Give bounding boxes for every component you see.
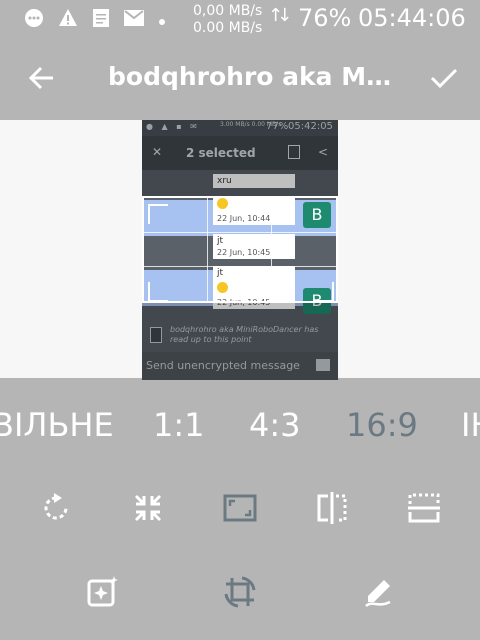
page-title: bodqhrohro aka Mi... — [108, 62, 398, 91]
clock: 05:44:06 — [358, 4, 466, 32]
rotate-button[interactable] — [38, 490, 74, 526]
data-arrows-icon: ↑↓ — [268, 5, 292, 26]
draw-icon — [365, 580, 391, 607]
back-button[interactable] — [26, 62, 58, 94]
chat-icon — [24, 8, 44, 32]
ratio-4-3[interactable]: 4:3 — [249, 406, 301, 444]
ratio-free[interactable]: ВІЛЬНЕ — [0, 406, 114, 444]
aspect-ratio-selector: ВІЛЬНЕ 1:1 4:3 16:9 ІН — [0, 400, 480, 450]
auto-enhance-icon — [87, 576, 118, 607]
ratio-1-1[interactable]: 1:1 — [153, 406, 205, 444]
crop-rotate-button[interactable] — [222, 574, 258, 610]
dot-icon — [158, 11, 166, 30]
shrink-icon — [134, 494, 162, 522]
flip-vertical-icon — [408, 493, 440, 523]
aspect-button[interactable] — [222, 490, 258, 526]
ratio-16-9[interactable]: 16:9 — [346, 406, 418, 444]
tool-row-1 — [0, 488, 480, 528]
draw-button[interactable] — [360, 574, 396, 610]
crop-grid-line — [270, 198, 272, 301]
crop-grid-line — [207, 198, 209, 301]
crop-frame[interactable] — [142, 196, 338, 303]
auto-enhance-button[interactable] — [84, 574, 120, 610]
ratio-other[interactable]: ІН — [461, 406, 480, 444]
tool-row-2 — [0, 572, 480, 612]
app-bar: bodqhrohro aka Mi... — [0, 40, 480, 120]
confirm-button[interactable] — [428, 62, 460, 94]
crop-dim-top — [142, 120, 338, 196]
battery-level: 76% — [298, 4, 352, 32]
rotate-icon — [44, 493, 68, 520]
arrow-left-icon — [28, 66, 53, 90]
shrink-button[interactable] — [130, 490, 166, 526]
flip-horizontal-icon — [317, 492, 347, 524]
aspect-icon — [223, 494, 257, 522]
mail-icon — [124, 10, 144, 30]
warning-icon — [58, 8, 78, 32]
crop-dim-bottom — [142, 303, 338, 380]
crop-grid-line — [144, 265, 336, 267]
flip-horizontal-button[interactable] — [314, 490, 350, 526]
flip-vertical-button[interactable] — [406, 490, 442, 526]
crop-grid-line — [144, 231, 336, 233]
crop-rotate-icon — [224, 576, 256, 608]
document-icon — [92, 8, 110, 32]
check-icon — [430, 68, 458, 89]
status-bar: 0,00 MB/s 0.00 MB/s ↑↓ 76% 05:44:06 — [0, 0, 480, 40]
network-speed: 0,00 MB/s 0.00 MB/s — [193, 3, 263, 36]
